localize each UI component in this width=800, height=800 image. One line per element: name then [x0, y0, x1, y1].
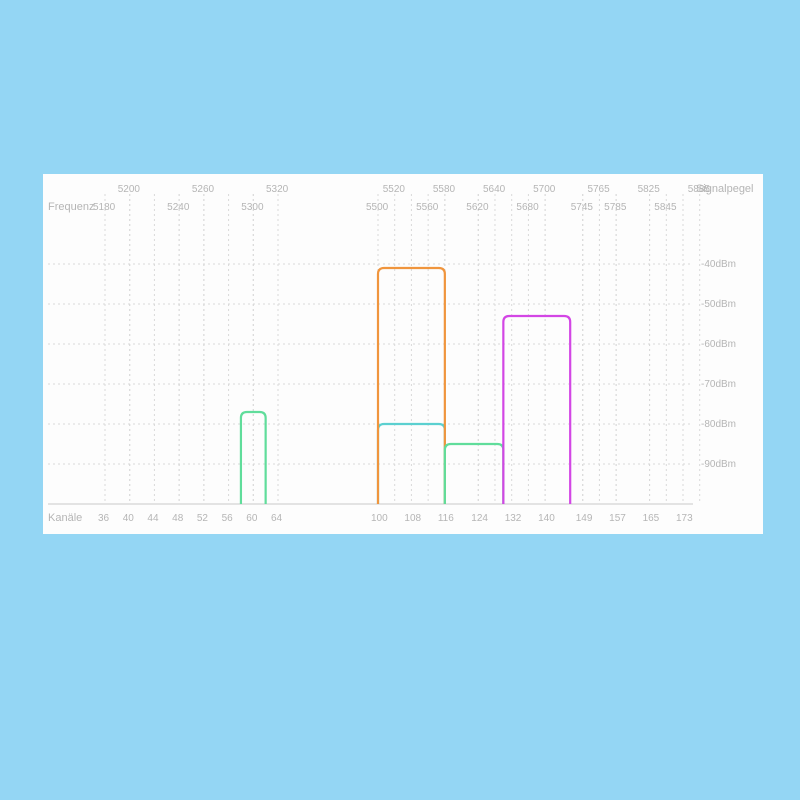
channel-tick: 36	[98, 513, 110, 524]
channel-tick: 48	[172, 513, 184, 524]
freq-tick: 5785	[604, 202, 627, 213]
vertical-gridlines	[105, 194, 700, 504]
channel-tick: 124	[471, 513, 488, 524]
channels-label: Kanäle	[48, 512, 82, 524]
freq-tick: 5260	[192, 184, 215, 195]
channel-tick: 100	[371, 513, 388, 524]
freq-tick: 5200	[118, 184, 141, 195]
freq-tick: 5825	[638, 184, 661, 195]
y-ticks: -40dBm -50dBm -60dBm -70dBm -80dBm -90dBm	[701, 259, 736, 470]
channel-tick: 44	[147, 513, 159, 524]
y-tick: -50dBm	[701, 299, 736, 310]
freq-tick: 5500	[366, 202, 389, 213]
y-tick: -90dBm	[701, 459, 736, 470]
channel-tick: 173	[676, 513, 693, 524]
freq-tick: 5320	[266, 184, 289, 195]
channel-tick: 60	[246, 513, 258, 524]
freq-tick: 5300	[241, 202, 264, 213]
freq-tick: 5640	[483, 184, 506, 195]
frequency-ticks-row2: 5180 5240 5300 5500 5560 5620 5680 5745 5785 5845	[93, 202, 677, 213]
frequency-ticks-row1: 5200 5260 5320 5520 5580 5640 5700 5765 5825 5885	[118, 184, 711, 195]
network-bars	[241, 268, 570, 504]
channel-tick: 108	[404, 513, 421, 524]
freq-tick: 5560	[416, 202, 439, 213]
wifi-spectrum-chart: Frequenz Kanäle Signalpegel 520052605320…	[43, 174, 763, 534]
y-tick: -80dBm	[701, 419, 736, 430]
channel-tick: 52	[197, 513, 209, 524]
freq-tick: 5845	[654, 202, 677, 213]
channel-tick: 140	[538, 513, 555, 524]
y-tick: -60dBm	[701, 339, 736, 350]
freq-tick: 5885	[688, 184, 711, 195]
freq-tick: 5680	[516, 202, 539, 213]
channel-tick: 132	[505, 513, 522, 524]
freq-tick: 5745	[571, 202, 594, 213]
freq-tick: 5520	[383, 184, 406, 195]
freq-tick: 5700	[533, 184, 556, 195]
channel-tick: 157	[609, 513, 626, 524]
freq-tick: 5240	[167, 202, 190, 213]
freq-tick: 5620	[466, 202, 489, 213]
channel-tick: 40	[123, 513, 135, 524]
channel-tick: 165	[643, 513, 660, 524]
freq-tick: 5180	[93, 202, 116, 213]
channel-tick: 116	[438, 513, 454, 524]
channel-tick: 149	[576, 513, 593, 524]
channel-tick: 56	[222, 513, 234, 524]
channel-ticks: 36 40 44 48 52 56 60 64 100 108 116 124 132 140 149 157…	[98, 513, 693, 524]
channel-tick: 64	[271, 513, 283, 524]
y-tick: -70dBm	[701, 379, 736, 390]
y-tick: -40dBm	[701, 259, 736, 270]
horizontal-gridlines	[48, 264, 693, 464]
freq-tick: 5765	[587, 184, 610, 195]
frequency-label: Frequenz	[48, 201, 94, 213]
chart-svg: Frequenz Kanäle Signalpegel 520052605320…	[43, 174, 763, 534]
freq-tick: 5580	[433, 184, 456, 195]
